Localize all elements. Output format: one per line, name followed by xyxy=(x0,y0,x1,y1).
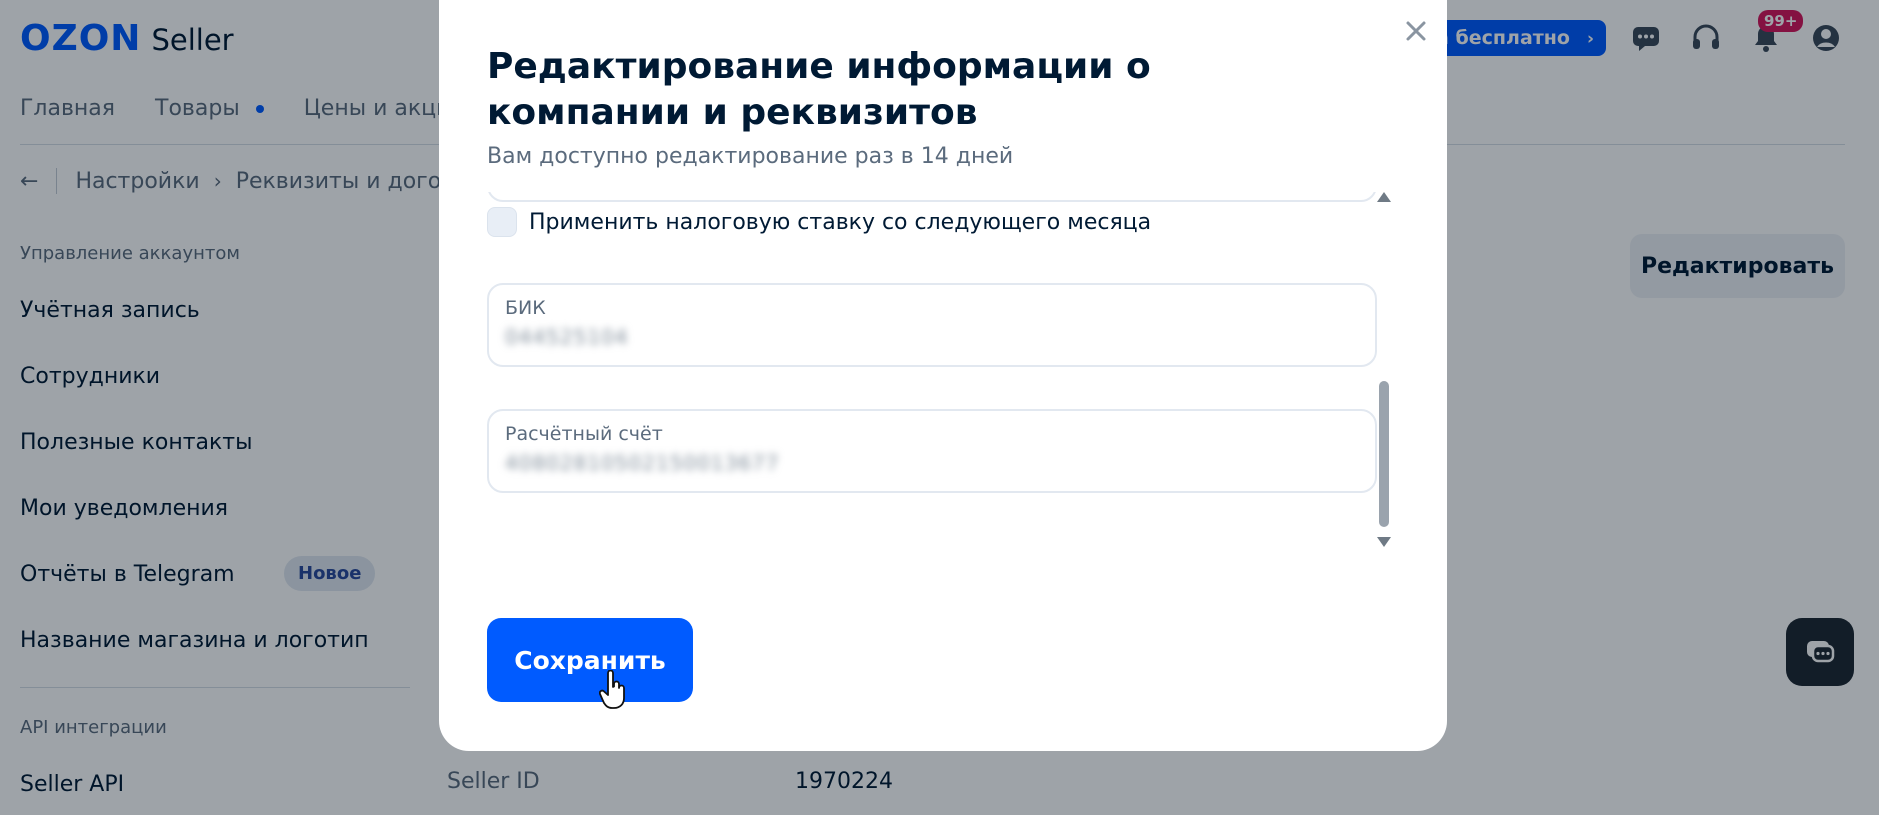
tax-rate-checkbox-label: Применить налоговую ставку со следующего… xyxy=(529,209,1152,235)
account-field[interactable]: Расчётный счёт 40802810502150013677 xyxy=(487,409,1377,493)
account-field-label: Расчётный счёт xyxy=(505,423,663,445)
tax-rate-checkbox[interactable] xyxy=(487,207,517,237)
save-button[interactable]: Сохранить xyxy=(487,618,693,702)
scroll-down-arrow-icon[interactable] xyxy=(1377,537,1391,547)
tax-rate-checkbox-row[interactable]: Применить налоговую ставку со следующего… xyxy=(487,207,1151,237)
modal-scroll-area: Применить налоговую ставку со следующего… xyxy=(487,192,1377,547)
bik-field[interactable]: БИК 044525104 xyxy=(487,283,1377,367)
bik-field-label: БИК xyxy=(505,297,546,319)
close-icon[interactable] xyxy=(1401,16,1431,46)
modal-scrollbar[interactable] xyxy=(1377,192,1391,547)
account-field-value: 40802810502150013677 xyxy=(505,451,780,475)
scroll-up-arrow-icon[interactable] xyxy=(1377,192,1391,202)
bik-field-value: 044525104 xyxy=(505,325,629,349)
modal-title: Редактирование информации о компании и р… xyxy=(487,46,1151,133)
modal-subtitle: Вам доступно редактирование раз в 14 дне… xyxy=(487,144,1014,169)
edit-company-modal: Редактирование информации о компании и р… xyxy=(439,0,1447,751)
hand-cursor-icon xyxy=(599,670,625,709)
previous-field[interactable] xyxy=(487,192,1377,202)
scrollbar-thumb[interactable] xyxy=(1379,381,1389,527)
